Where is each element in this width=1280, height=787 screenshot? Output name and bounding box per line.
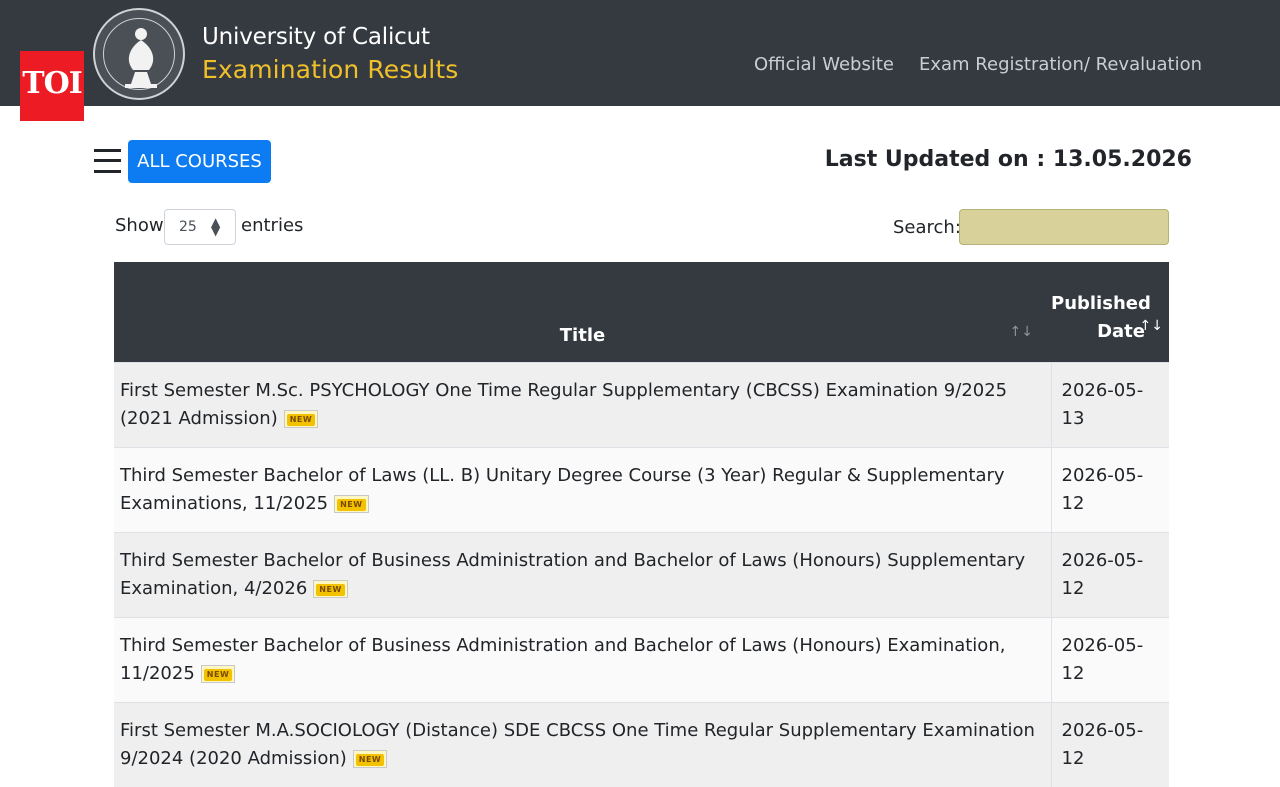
published-date-cell: 2026-05-12 [1051, 703, 1169, 787]
table-row[interactable]: First Semester M.Sc. PSYCHOLOGY One Time… [114, 363, 1169, 448]
published-date: 2026-05-12 [1062, 635, 1144, 684]
new-badge-icon: NEW [284, 410, 318, 428]
nav-official-website[interactable]: Official Website [754, 54, 894, 75]
university-seal-icon[interactable] [93, 8, 185, 100]
hamburger-menu-icon[interactable] [94, 146, 121, 176]
published-date-cell: 2026-05-12 [1051, 448, 1169, 533]
table-row[interactable]: Third Semester Bachelor of Business Admi… [114, 618, 1169, 703]
table-row[interactable]: Third Semester Bachelor of Laws (LL. B) … [114, 448, 1169, 533]
brand-university-name[interactable]: University of Calicut [202, 24, 430, 50]
date-column-header[interactable]: Published Date ↑↓ [1051, 262, 1169, 363]
page-size-select[interactable]: 25 ▲▼ [164, 209, 236, 245]
published-date-cell: 2026-05-13 [1051, 363, 1169, 448]
result-title-cell[interactable]: Third Semester Bachelor of Business Admi… [114, 533, 1051, 618]
search-input[interactable] [959, 209, 1169, 245]
entries-label: entries [241, 215, 303, 236]
sort-icon: ↑↓ [1010, 324, 1033, 340]
new-badge-icon: NEW [353, 750, 387, 768]
published-date-cell: 2026-05-12 [1051, 533, 1169, 618]
brand-site-title[interactable]: Examination Results [202, 55, 458, 84]
result-title-link[interactable]: First Semester M.A.SOCIOLOGY (Distance) … [120, 720, 1035, 769]
new-badge-label: NEW [356, 754, 384, 766]
result-title-cell[interactable]: First Semester M.Sc. PSYCHOLOGY One Time… [114, 363, 1051, 448]
new-badge-icon: NEW [334, 495, 368, 513]
sort-desc-icon: ↑↓ [1140, 312, 1163, 340]
published-date: 2026-05-12 [1062, 465, 1144, 514]
toi-watermark-logo: TOI [20, 51, 84, 121]
all-courses-button[interactable]: ALL COURSES [128, 140, 271, 183]
new-badge-label: NEW [287, 414, 315, 426]
date-header-line1: Published [1051, 293, 1151, 314]
title-header-label: Title [560, 325, 605, 346]
new-badge-label: NEW [204, 669, 232, 681]
date-header-line2: Date [1097, 321, 1145, 342]
new-badge-icon: NEW [201, 665, 235, 683]
show-label: Show [115, 215, 164, 236]
results-table: Title ↑↓ Published Date ↑↓ First Semeste… [114, 262, 1169, 787]
new-badge-label: NEW [316, 584, 344, 596]
new-badge-icon: NEW [313, 580, 347, 598]
result-title-cell[interactable]: Third Semester Bachelor of Laws (LL. B) … [114, 448, 1051, 533]
result-title-link[interactable]: First Semester M.Sc. PSYCHOLOGY One Time… [120, 380, 1007, 429]
nav-exam-registration[interactable]: Exam Registration/ Revaluation [919, 54, 1202, 75]
result-title-link[interactable]: Third Semester Bachelor of Business Admi… [120, 635, 1005, 684]
select-caret-icon: ▲▼ [211, 218, 220, 236]
published-date: 2026-05-13 [1062, 380, 1144, 429]
published-date: 2026-05-12 [1062, 550, 1144, 599]
result-title-cell[interactable]: Third Semester Bachelor of Business Admi… [114, 618, 1051, 703]
title-column-header[interactable]: Title ↑↓ [114, 262, 1051, 363]
search-label: Search: [893, 217, 961, 238]
result-title-link[interactable]: Third Semester Bachelor of Laws (LL. B) … [120, 465, 1005, 514]
table-row[interactable]: First Semester M.A.SOCIOLOGY (Distance) … [114, 703, 1169, 787]
published-date-cell: 2026-05-12 [1051, 618, 1169, 703]
table-row[interactable]: Third Semester Bachelor of Business Admi… [114, 533, 1169, 618]
result-title-link[interactable]: Third Semester Bachelor of Business Admi… [120, 550, 1025, 599]
new-badge-label: NEW [337, 499, 365, 511]
top-navbar: University of Calicut Examination Result… [0, 0, 1280, 106]
last-updated-text: Last Updated on : 13.05.2026 [825, 147, 1192, 172]
published-date: 2026-05-12 [1062, 720, 1144, 769]
page-size-value: 25 [179, 219, 197, 235]
result-title-cell[interactable]: First Semester M.A.SOCIOLOGY (Distance) … [114, 703, 1051, 787]
